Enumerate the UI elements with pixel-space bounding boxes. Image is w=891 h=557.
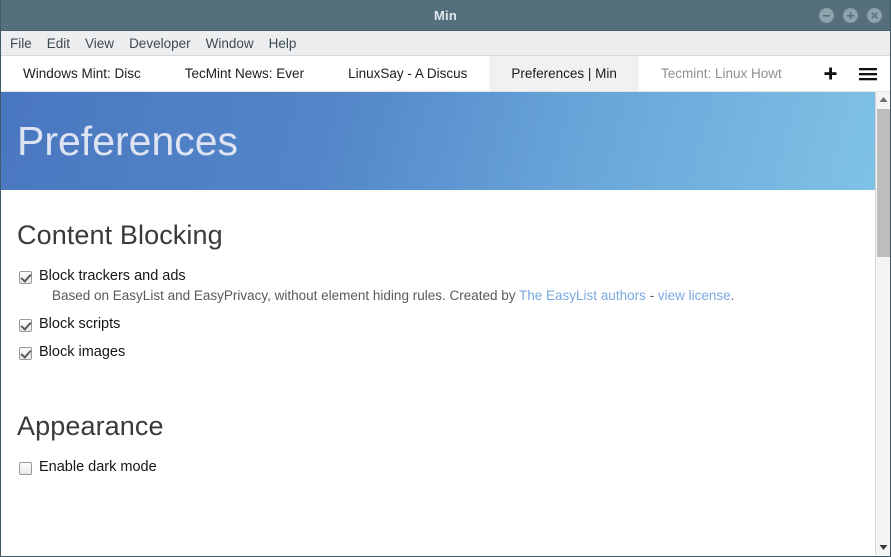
page-title: Preferences [17, 117, 239, 164]
tab-tecmint-linux-howto[interactable]: Tecmint: Linux Howt [638, 56, 804, 91]
checkbox-block-trackers-and-ads[interactable] [19, 271, 32, 284]
tab-bar-actions [823, 56, 890, 91]
checkbox-enable-dark-mode[interactable] [19, 462, 32, 475]
description-block-trackers-and-ads: Based on EasyList and EasyPrivacy, witho… [52, 287, 861, 305]
option-block-scripts[interactable]: Block scripts [17, 316, 861, 333]
description-prefix: Based on EasyList and EasyPrivacy, witho… [52, 288, 520, 303]
label-enable-dark-mode: Enable dark mode [39, 459, 157, 475]
title-bar: Min [1, 0, 890, 31]
menu-item-file[interactable]: File [10, 34, 41, 53]
menu-item-help[interactable]: Help [269, 34, 306, 53]
page-hero-banner: Preferences [1, 92, 877, 190]
label-block-trackers-and-ads: Block trackers and ads [39, 268, 186, 284]
checkbox-block-images[interactable] [19, 347, 32, 360]
tab-preferences[interactable]: Preferences | Min [489, 56, 639, 91]
scrollbar-thumb[interactable] [877, 109, 890, 257]
close-button[interactable] [867, 8, 882, 23]
scrollbar-up-button[interactable] [876, 92, 890, 107]
window-title: Min [434, 7, 457, 23]
menu-item-view[interactable]: View [85, 34, 123, 53]
section-heading-content-blocking: Content Blocking [17, 220, 223, 250]
browser-window: Min File Edit View Developer Window Help… [0, 0, 891, 557]
option-enable-dark-mode[interactable]: Enable dark mode [17, 459, 861, 476]
label-block-images: Block images [39, 344, 126, 360]
page-viewport: Preferences Content Blocking Block track… [1, 92, 890, 555]
preferences-content: Content Blocking Block trackers and ads … [1, 190, 877, 476]
hamburger-menu-icon[interactable] [859, 67, 877, 81]
scrollbar-down-button[interactable] [876, 540, 890, 555]
minimize-button[interactable] [819, 8, 834, 23]
link-view-license[interactable]: view license [658, 288, 731, 303]
window-controls [819, 0, 882, 31]
menu-item-edit[interactable]: Edit [47, 34, 79, 53]
menu-item-window[interactable]: Window [206, 34, 263, 53]
tab-windows-mint[interactable]: Windows Mint: Disc [1, 56, 163, 91]
tab-tecmint-news[interactable]: TecMint News: Ever [162, 56, 327, 91]
checkbox-block-scripts[interactable] [19, 319, 32, 332]
plus-circle-icon [843, 8, 858, 23]
plus-icon[interactable] [823, 66, 838, 81]
preferences-page: Preferences Content Blocking Block track… [1, 92, 877, 555]
menu-item-developer[interactable]: Developer [129, 34, 200, 53]
label-block-scripts: Block scripts [39, 316, 121, 332]
option-block-images[interactable]: Block images [17, 344, 861, 361]
description-separator: - [645, 288, 658, 303]
caret-up-icon [879, 97, 888, 102]
link-easylist-authors[interactable]: The EasyList authors [519, 288, 646, 303]
option-block-trackers-and-ads[interactable]: Block trackers and ads [17, 268, 861, 285]
minus-circle-icon [819, 8, 834, 23]
page-scrollbar[interactable] [875, 92, 890, 555]
maximize-button[interactable] [843, 8, 858, 23]
menu-bar: File Edit View Developer Window Help [1, 31, 890, 56]
tab-linuxsay[interactable]: LinuxSay - A Discus [326, 56, 490, 91]
description-suffix: . [730, 288, 735, 303]
section-heading-appearance: Appearance [17, 411, 164, 441]
caret-down-icon [879, 545, 888, 550]
tab-bar: Windows Mint: Disc TecMint News: Ever Li… [1, 56, 890, 92]
close-circle-icon [867, 8, 882, 23]
